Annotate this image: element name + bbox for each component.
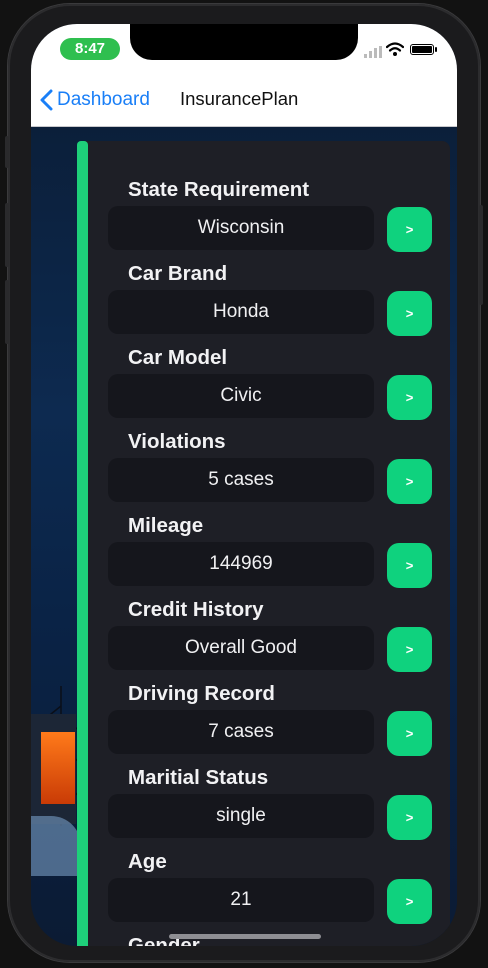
field-label: Mileage xyxy=(128,514,204,537)
field-label: Car Brand xyxy=(128,262,228,285)
back-button[interactable]: Dashboard xyxy=(39,86,150,114)
device-screen: 8:47 Dashboard InsurancePlan State Requi… xyxy=(31,24,457,946)
status-time: 8:47 xyxy=(60,38,120,60)
panel-accent-bar xyxy=(77,141,88,946)
camera-notch xyxy=(130,24,358,60)
field-label: Driving Record xyxy=(128,682,275,705)
home-indicator[interactable] xyxy=(169,934,321,939)
cabin-window-glow xyxy=(41,732,75,804)
back-button-label: Dashboard xyxy=(57,89,150,110)
field-label: Age xyxy=(128,850,167,873)
select-credit-history-button[interactable]: > xyxy=(387,627,432,672)
navigation-bar: Dashboard InsurancePlan xyxy=(31,74,457,127)
status-bar: 8:47 xyxy=(31,24,457,74)
field-value[interactable]: 21 xyxy=(108,878,374,922)
select-state-button[interactable]: > xyxy=(387,207,432,252)
select-car-brand-button[interactable]: > xyxy=(387,291,432,336)
mute-switch xyxy=(5,136,9,168)
volume-down-button xyxy=(5,280,9,344)
battery-icon xyxy=(410,44,434,55)
field-value[interactable]: single xyxy=(108,794,374,838)
field-value[interactable]: Civic xyxy=(108,374,374,418)
select-driving-record-button[interactable]: > xyxy=(387,711,432,756)
field-value[interactable]: 144969 xyxy=(108,542,374,586)
wifi-icon xyxy=(386,42,404,56)
field-label: Maritial Status xyxy=(128,766,269,789)
field-label: Violations xyxy=(128,430,226,453)
power-button xyxy=(479,205,483,305)
select-marital-status-button[interactable]: > xyxy=(387,795,432,840)
field-label: Car Model xyxy=(128,346,228,369)
field-value[interactable]: 7 cases xyxy=(108,710,374,754)
field-label: Credit History xyxy=(128,598,264,621)
volume-up-button xyxy=(5,203,9,267)
chevron-left-icon xyxy=(40,89,53,111)
select-mileage-button[interactable]: > xyxy=(387,543,432,588)
field-label: State Requirement xyxy=(128,178,310,201)
field-value[interactable]: Honda xyxy=(108,290,374,334)
field-value[interactable]: Wisconsin xyxy=(108,206,374,250)
field-value[interactable]: 5 cases xyxy=(108,458,374,502)
select-age-button[interactable]: > xyxy=(387,879,432,924)
select-violations-button[interactable]: > xyxy=(387,459,432,504)
battery-cap xyxy=(435,47,437,52)
page-title: InsurancePlan xyxy=(180,88,299,109)
cellular-signal-icon xyxy=(364,46,382,58)
select-car-model-button[interactable]: > xyxy=(387,375,432,420)
field-value[interactable]: Overall Good xyxy=(108,626,374,670)
